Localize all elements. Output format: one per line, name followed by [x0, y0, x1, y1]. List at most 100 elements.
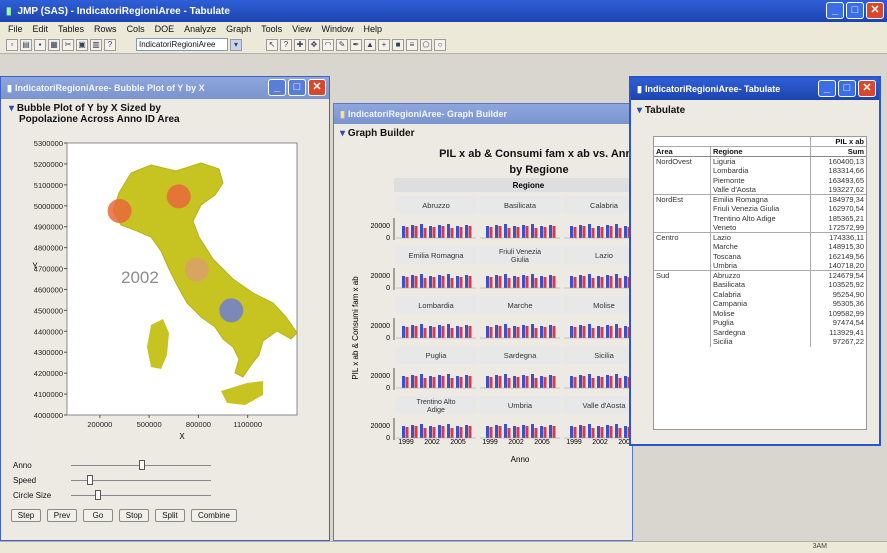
cell-regione: Lazio [709, 232, 811, 242]
go-button[interactable]: Go [83, 509, 113, 522]
menu-item-doe[interactable]: DOE [155, 24, 175, 34]
table-row[interactable]: Valle d'Aosta 193227,62 [654, 185, 866, 195]
annotate-tool-icon[interactable]: ▲ [364, 38, 376, 51]
prev-button[interactable]: Prev [47, 509, 77, 522]
menu-item-view[interactable]: View [292, 24, 311, 34]
print-icon[interactable]: ▦ [48, 38, 60, 51]
lasso-tool-icon[interactable]: ◠ [322, 38, 334, 51]
brush-tool-icon[interactable]: ✎ [336, 38, 348, 51]
cut-icon[interactable]: ✂ [62, 38, 74, 51]
window-icon: ▮ [7, 82, 12, 93]
table-row[interactable]: Trentino Alto Adige 185365,21 [654, 213, 866, 223]
menu-item-edit[interactable]: Edit [33, 24, 49, 34]
anno-slider-thumb[interactable] [139, 460, 145, 470]
minimize-icon[interactable]: _ [826, 2, 844, 19]
menu-item-cols[interactable]: Cols [127, 24, 145, 34]
bar-pil [606, 275, 609, 288]
table-row[interactable]: Sud Abruzzo 124679,54 [654, 270, 866, 280]
table-row[interactable]: Sicilia 97267,22 [654, 337, 866, 347]
close-icon[interactable]: ✕ [858, 80, 876, 97]
bubble-plot-titlebar[interactable]: ▮ IndicatoriRegioniAree- Bubble Plot of … [1, 77, 329, 99]
menu-item-rows[interactable]: Rows [94, 24, 117, 34]
table-row[interactable]: Calabria 95254,90 [654, 289, 866, 299]
table-select[interactable]: IndicatoriRegioniAree [136, 38, 228, 51]
bar-pil [597, 276, 600, 288]
circle-size-slider-thumb[interactable] [95, 490, 101, 500]
dropdown-icon[interactable]: ▾ [230, 38, 242, 51]
bar-consumi [459, 427, 463, 438]
table-row[interactable]: NordEst Emilia Romagna 184979,34 [654, 194, 866, 204]
bubble[interactable] [184, 257, 209, 282]
table-row[interactable]: Piemonte 163493,65 [654, 175, 866, 185]
table-row[interactable]: Veneto 172572,99 [654, 223, 866, 233]
open-icon[interactable]: ▤ [20, 38, 32, 51]
polygon-tool-icon[interactable]: ⬠ [420, 38, 432, 51]
table-row[interactable]: Friuli Venezia Giulia 162970,54 [654, 204, 866, 214]
menu-item-help[interactable]: Help [364, 24, 383, 34]
help-icon[interactable]: ? [104, 38, 116, 51]
line-tool-icon[interactable]: ≡ [406, 38, 418, 51]
split-button[interactable]: Split [155, 509, 185, 522]
bar-consumi [468, 376, 472, 388]
menu-item-tables[interactable]: Tables [58, 24, 84, 34]
disclosure-icon[interactable]: ▾ [637, 105, 642, 116]
table-row[interactable]: Molise 109582,99 [654, 308, 866, 318]
bubble[interactable] [219, 298, 244, 323]
menu-item-tools[interactable]: Tools [261, 24, 282, 34]
new-icon[interactable]: ▫ [6, 38, 18, 51]
combine-button[interactable]: Combine [191, 509, 237, 522]
shape-tool-icon[interactable]: ■ [392, 38, 404, 51]
bubble[interactable] [107, 199, 132, 223]
bar-pil [579, 325, 582, 338]
disclosure-icon[interactable]: ▾ [340, 128, 345, 139]
menu-item-graph[interactable]: Graph [226, 24, 251, 34]
select-tool-icon[interactable]: ↖ [266, 38, 278, 51]
close-icon[interactable]: ✕ [866, 2, 884, 19]
bubble[interactable] [166, 184, 191, 209]
table-row[interactable]: Umbria 140718,20 [654, 261, 866, 271]
paste-icon[interactable]: ▥ [90, 38, 102, 51]
table-row[interactable]: Sardegna 113929,41 [654, 327, 866, 338]
menu-item-file[interactable]: File [8, 24, 23, 34]
minimize-icon[interactable]: _ [268, 79, 286, 96]
pen-tool-icon[interactable]: ✒ [350, 38, 362, 51]
table-row[interactable]: Lombardia 183314,66 [654, 166, 866, 176]
minimize-icon[interactable]: _ [818, 80, 836, 97]
y-tick-label: 4000000 [34, 411, 63, 420]
table-row[interactable]: Campania 95305,36 [654, 299, 866, 309]
speed-slider-thumb[interactable] [87, 475, 93, 485]
tabulate-titlebar[interactable]: ▮ IndicatoriRegioniAree- Tabulate _ □ ✕ [631, 78, 879, 100]
circle-size-slider[interactable] [71, 495, 211, 496]
stop-button[interactable]: Stop [119, 509, 149, 522]
menu-item-window[interactable]: Window [322, 24, 354, 34]
maximize-icon[interactable]: □ [288, 79, 306, 96]
copy-icon[interactable]: ▣ [76, 38, 88, 51]
table-row[interactable]: Centro Lazio 174336,11 [654, 232, 866, 242]
save-icon[interactable]: ▪ [34, 38, 46, 51]
graph-builder-titlebar[interactable]: ▮ IndicatoriRegioniAree- Graph Builder [334, 104, 632, 124]
table-row[interactable]: Puglia 97474,54 [654, 318, 866, 328]
plus-tool-icon[interactable]: + [378, 38, 390, 51]
bar-consumi [609, 326, 613, 338]
help-tool-icon[interactable]: ? [280, 38, 292, 51]
cell-area [654, 328, 710, 338]
move-tool-icon[interactable]: ✥ [308, 38, 320, 51]
table-row[interactable]: NordOvest Liguria 160400,13 [654, 156, 866, 166]
bar-pil [495, 425, 498, 438]
disclosure-icon[interactable]: ▾ [9, 103, 14, 114]
bar-pil [402, 326, 405, 338]
crosshair-tool-icon[interactable]: ✚ [294, 38, 306, 51]
bar-pil [402, 426, 405, 438]
close-icon[interactable]: ✕ [308, 79, 326, 96]
bar-pil [411, 375, 414, 388]
bar-consumi [405, 377, 409, 388]
table-row[interactable]: Marche 148915,30 [654, 242, 866, 252]
circle-tool-icon[interactable]: ○ [434, 38, 446, 51]
maximize-icon[interactable]: □ [846, 2, 864, 19]
table-row[interactable]: Toscana 162149,56 [654, 251, 866, 261]
menu-item-analyze[interactable]: Analyze [184, 24, 216, 34]
bar-consumi [414, 326, 418, 338]
step-button[interactable]: Step [11, 509, 41, 522]
table-row[interactable]: Basilicata 103525,92 [654, 280, 866, 290]
maximize-icon[interactable]: □ [838, 80, 856, 97]
